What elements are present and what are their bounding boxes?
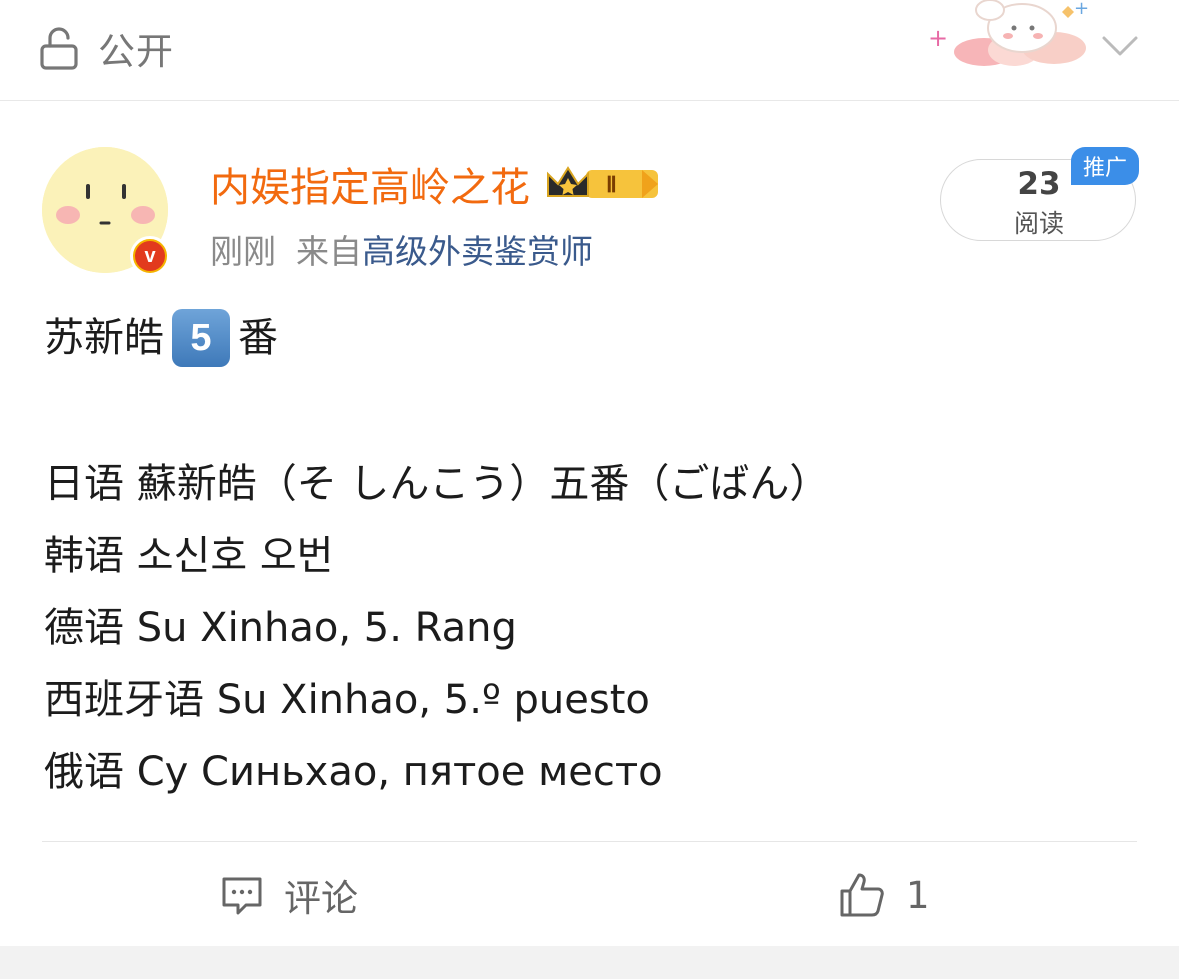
from-prefix: 来自 — [296, 232, 362, 271]
lock-open-icon — [40, 27, 78, 70]
verified-badge: v — [130, 236, 170, 276]
bottom-separator — [0, 946, 1179, 979]
action-bar: 评论 1 — [0, 842, 1179, 946]
svg-text:+: + — [928, 24, 948, 52]
comment-icon — [222, 877, 262, 915]
verified-v-icon: v — [135, 241, 165, 271]
content-line-title: 苏新皓 5 番 — [44, 300, 1144, 376]
post-source[interactable]: 高级外卖鉴赏师 — [362, 225, 593, 273]
post-meta: 刚刚 来自 高级外卖鉴赏师 — [210, 225, 593, 273]
svg-text:+: + — [1074, 0, 1089, 19]
author-row: 内娱指定高岭之花 Ⅱ — [210, 157, 662, 211]
top-bar: 公开 + + — [0, 0, 1179, 101]
read-label: 阅读 — [1013, 209, 1064, 238]
content-line-german: 德语 Su Xinhao, 5. Rang — [44, 605, 517, 651]
promote-tag[interactable]: 推广 — [1071, 147, 1139, 185]
privacy-selector[interactable]: 公开 — [40, 24, 174, 73]
content-line-russian: 俄语 Су Синьхао, пятое место — [44, 749, 663, 795]
crown-level-badge-icon[interactable]: Ⅱ — [544, 162, 662, 206]
content-line-korean: 韩语 소신호 오번 — [44, 533, 334, 579]
post-content: 苏新皓 5 番 日语 蘇新皓（そ しんこう）五番（ごばん） 韩语 소신호 오번 … — [44, 300, 1144, 808]
thumbs-up-icon — [840, 873, 884, 917]
post-header: v 内娱指定高岭之花 Ⅱ 刚刚 来自 高级外卖鉴赏师 23 阅读 推广 — [0, 101, 1179, 291]
privacy-label: 公开 — [98, 30, 174, 73]
comment-button[interactable]: 评论 — [220, 867, 358, 923]
like-count: 1 — [906, 873, 930, 917]
title-text-pre: 苏新皓 — [44, 315, 164, 361]
chevron-down-icon[interactable] — [1098, 28, 1142, 64]
keycap-number-icon: 5 — [172, 309, 230, 367]
title-text-post: 番 — [238, 315, 278, 361]
like-button[interactable]: 1 — [838, 867, 930, 923]
badge-level-label: Ⅱ — [606, 172, 617, 197]
bunny-decoration-icon: + + — [928, 0, 1089, 66]
content-line-japanese: 日语 蘇新皓（そ しんこう）五番（ごばん） — [44, 461, 830, 507]
author-name[interactable]: 内娱指定高岭之花 — [210, 155, 530, 213]
content-line-spanish: 西班牙语 Su Xinhao, 5.º puesto — [44, 677, 650, 723]
comment-label: 评论 — [284, 877, 358, 920]
post-time: 刚刚 — [210, 232, 276, 271]
